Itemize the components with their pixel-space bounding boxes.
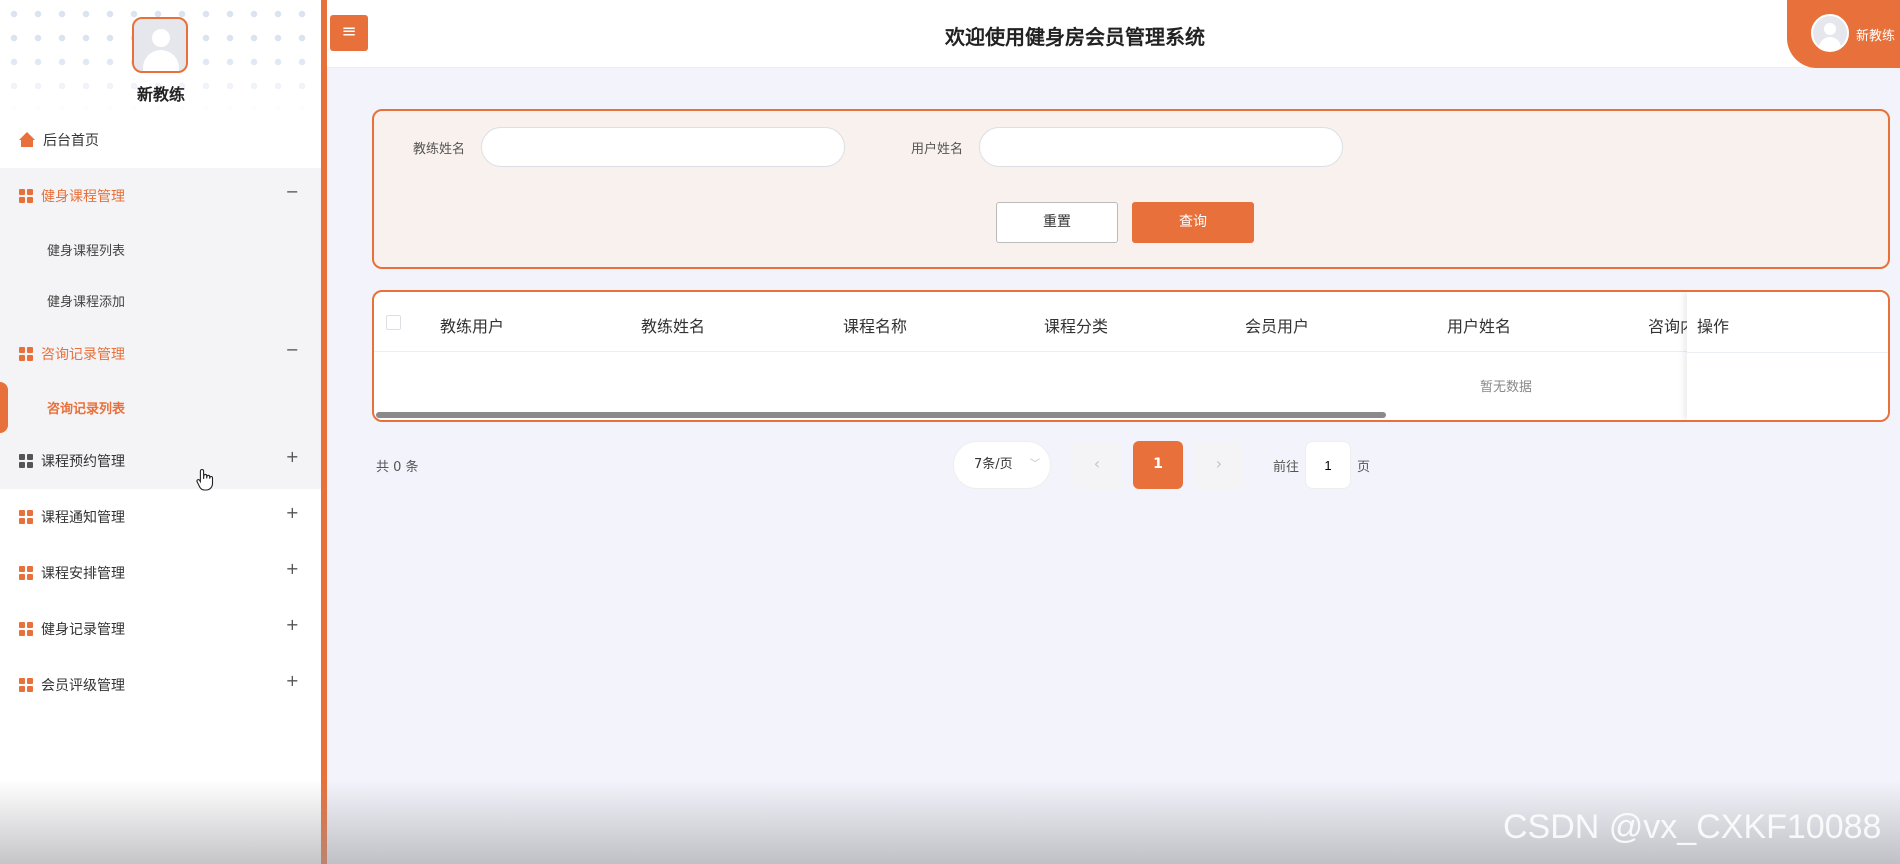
goto-suffix: 页 bbox=[1357, 460, 1371, 475]
user-menu[interactable]: 新教练 bbox=[1787, 0, 1900, 68]
grid-icon bbox=[19, 566, 33, 580]
coach-name-input[interactable] bbox=[481, 127, 845, 167]
page-size-value: 7条/页 bbox=[974, 457, 1013, 472]
column-header: 会员用户 bbox=[1245, 317, 1310, 336]
sidebar-item-label: 健身课程管理 bbox=[41, 189, 125, 205]
sidebar-item-home[interactable]: 后台首页 bbox=[0, 112, 321, 168]
next-page-button[interactable]: › bbox=[1194, 441, 1244, 489]
sidebar-subitem-course-add[interactable]: 健身课程添加 bbox=[0, 275, 321, 326]
page-title: 欢迎使用健身房会员管理系统 bbox=[945, 25, 1205, 49]
user-name: 新教练 bbox=[1856, 29, 1896, 44]
table-header: 教练用户 教练姓名 课程名称 课程分类 会员用户 用户姓名 咨询内 bbox=[374, 292, 1888, 352]
grid-icon bbox=[19, 510, 33, 524]
sidebar-profile: 新教练 bbox=[0, 0, 321, 112]
empty-placeholder: 暂无数据 bbox=[1480, 380, 1533, 395]
search-panel: 教练姓名 用户姓名 重置 查询 bbox=[372, 109, 1890, 269]
column-header: 课程分类 bbox=[1044, 317, 1109, 336]
grid-icon bbox=[19, 189, 33, 203]
hand-cursor-icon bbox=[196, 468, 214, 491]
expand-icon[interactable]: + bbox=[286, 671, 299, 690]
column-header: 用户姓名 bbox=[1447, 317, 1512, 336]
sidebar-item-label: 课程预约管理 bbox=[41, 454, 125, 470]
chevron-down-icon: ﹀ bbox=[1030, 459, 1040, 470]
sidebar-item-booking-management[interactable]: 课程预约管理 + bbox=[0, 433, 321, 489]
grid-icon bbox=[19, 678, 33, 692]
expand-icon[interactable]: + bbox=[286, 447, 299, 466]
sidebar-item-label: 健身记录管理 bbox=[41, 622, 125, 638]
avatar[interactable] bbox=[132, 17, 188, 73]
user-name-label: 用户姓名 bbox=[911, 142, 964, 157]
user-avatar-icon bbox=[1811, 14, 1849, 52]
column-header: 教练用户 bbox=[440, 317, 505, 336]
page-number-current[interactable]: 1 bbox=[1133, 441, 1183, 489]
sidebar-item-notice-management[interactable]: 课程通知管理 + bbox=[0, 489, 321, 545]
top-header: ≡ 欢迎使用健身房会员管理系统 新教练 bbox=[327, 0, 1900, 68]
sidebar-item-member-rating-management[interactable]: 会员评级管理 + bbox=[0, 657, 321, 713]
watermark: CSDN @vx_CXKF10088 bbox=[1503, 808, 1882, 846]
query-button[interactable]: 查询 bbox=[1132, 202, 1254, 243]
expand-icon[interactable]: + bbox=[286, 503, 299, 522]
prev-page-button[interactable]: ‹ bbox=[1072, 441, 1122, 489]
reset-button[interactable]: 重置 bbox=[996, 202, 1118, 243]
sidebar-menu: 后台首页 健身课程管理 − 健身课程列表 健身课程添加 咨询记录管理 − 咨询记… bbox=[0, 112, 321, 713]
sidebar-subitem-consult-list[interactable]: 咨询记录列表 bbox=[0, 382, 321, 433]
sidebar-subitem-course-list[interactable]: 健身课程列表 bbox=[0, 224, 321, 275]
column-header: 课程名称 bbox=[843, 317, 908, 336]
sidebar-item-schedule-management[interactable]: 课程安排管理 + bbox=[0, 545, 321, 601]
divider bbox=[1687, 352, 1888, 353]
expand-icon[interactable]: + bbox=[286, 615, 299, 634]
horizontal-scrollbar[interactable] bbox=[376, 412, 1386, 418]
sidebar-item-course-management[interactable]: 健身课程管理 − bbox=[0, 168, 321, 224]
sidebar-item-label: 课程安排管理 bbox=[41, 566, 125, 582]
sidebar-item-label: 会员评级管理 bbox=[41, 678, 125, 694]
sidebar-username: 新教练 bbox=[136, 85, 185, 104]
sidebar-group-course: 健身课程管理 − 健身课程列表 健身课程添加 bbox=[0, 168, 321, 326]
sidebar-item-label: 课程通知管理 bbox=[41, 510, 125, 526]
user-name-input[interactable] bbox=[979, 127, 1343, 167]
grid-icon bbox=[19, 622, 33, 636]
collapse-icon[interactable]: − bbox=[286, 182, 299, 201]
sidebar-group-consult: 咨询记录管理 − 咨询记录列表 bbox=[0, 326, 321, 433]
goto-page-input[interactable] bbox=[1305, 441, 1351, 489]
sidebar-item-label: 后台首页 bbox=[43, 133, 99, 149]
sidebar: 新教练 后台首页 健身课程管理 − 健身课程列表 健身课程添加 咨询记录管理 −… bbox=[0, 0, 327, 864]
expand-icon[interactable]: + bbox=[286, 559, 299, 578]
column-header: 操作 bbox=[1697, 317, 1730, 336]
page-size-select[interactable]: 7条/页 ﹀ bbox=[953, 441, 1051, 489]
total-count: 共 0 条 bbox=[376, 460, 419, 475]
sidebar-item-consult-management[interactable]: 咨询记录管理 − bbox=[0, 326, 321, 382]
data-table: 教练用户 教练姓名 课程名称 课程分类 会员用户 用户姓名 咨询内 暂无数据 操… bbox=[372, 290, 1890, 422]
grid-icon bbox=[19, 347, 33, 361]
grid-icon bbox=[19, 454, 33, 468]
sidebar-item-fitness-record-management[interactable]: 健身记录管理 + bbox=[0, 601, 321, 657]
collapse-icon[interactable]: − bbox=[286, 340, 299, 359]
action-column: 操作 bbox=[1687, 292, 1888, 420]
home-icon bbox=[19, 132, 35, 148]
sidebar-item-label: 咨询记录管理 bbox=[41, 347, 125, 363]
coach-name-label: 教练姓名 bbox=[413, 142, 466, 157]
goto-prefix: 前往 bbox=[1273, 460, 1300, 475]
select-all-checkbox[interactable] bbox=[386, 315, 401, 330]
column-header: 教练姓名 bbox=[641, 317, 706, 336]
